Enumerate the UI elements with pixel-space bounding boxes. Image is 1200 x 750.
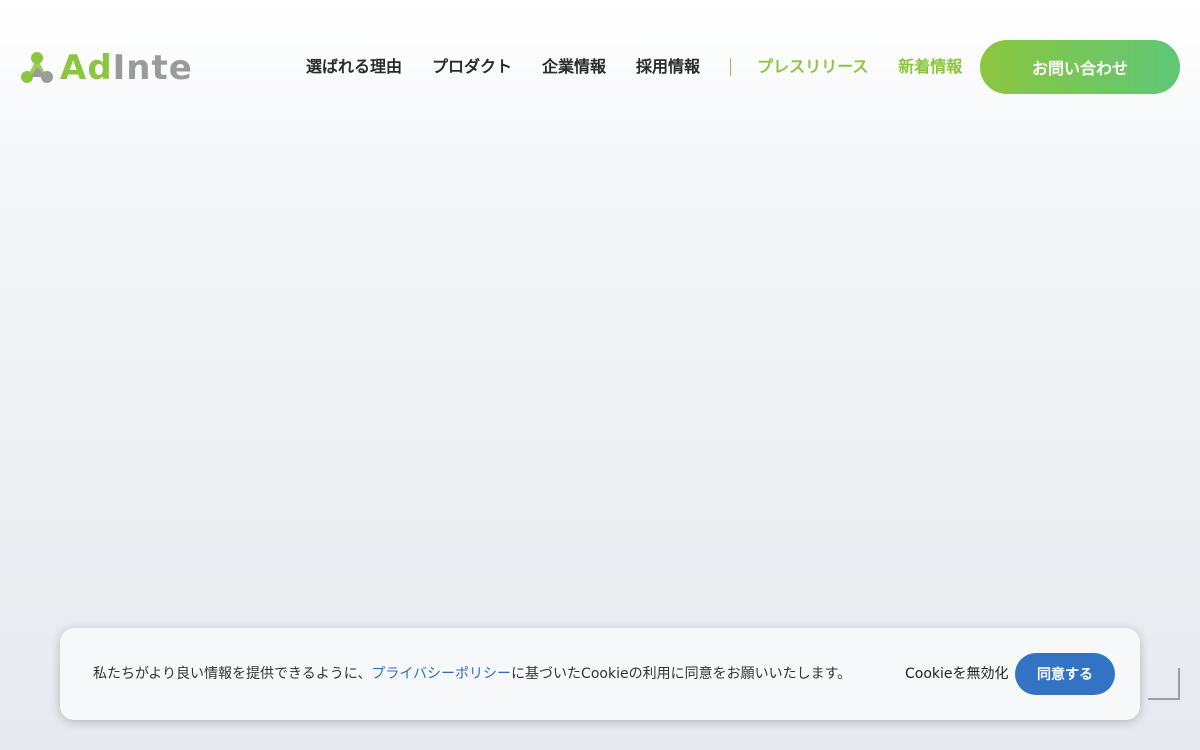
cookie-message-before: 私たちがより良い情報を提供できるように、: [93, 666, 372, 682]
logo-text-ad: Ad: [60, 48, 113, 88]
cookie-accept-button[interactable]: 同意する: [1015, 653, 1115, 695]
cookie-decline-button[interactable]: Cookieを無効化: [905, 664, 1009, 684]
logo-text-inte: Inte: [112, 48, 193, 88]
corner-bracket-decoration: [1148, 668, 1180, 700]
nav-item-reasons[interactable]: 選ばれる理由: [306, 56, 402, 78]
nav-item-recruit[interactable]: 採用情報: [636, 56, 700, 78]
cookie-consent-banner: 私たちがより良い情報を提供できるように、プライバシーポリシーに基づいたCooki…: [60, 628, 1140, 720]
contact-button[interactable]: お問い合わせ: [980, 40, 1180, 94]
main-nav: 選ばれる理由 プロダクト 企業情報 採用情報 プレスリリース 新着情報: [306, 56, 992, 78]
cookie-message-after: に基づいたCookieの利用に同意をお願いいたします。: [511, 666, 852, 682]
logo-wordmark: Ad Inte: [60, 51, 193, 85]
site-header: Ad Inte 選ばれる理由 プロダクト 企業情報 採用情報 プレスリリース 新着…: [0, 0, 1200, 134]
privacy-policy-link[interactable]: プライバシーポリシー: [371, 666, 511, 682]
nav-item-company[interactable]: 企業情報: [542, 56, 606, 78]
nav-item-news[interactable]: 新着情報: [898, 56, 962, 78]
nav-item-products[interactable]: プロダクト: [432, 56, 512, 78]
nav-item-press-release[interactable]: プレスリリース: [757, 56, 868, 78]
adinte-logo[interactable]: Ad Inte: [20, 50, 193, 86]
nav-divider: [730, 58, 732, 76]
cookie-message: 私たちがより良い情報を提供できるように、プライバシーポリシーに基づいたCooki…: [93, 664, 851, 684]
tri-dot-logo-icon: [21, 52, 53, 83]
